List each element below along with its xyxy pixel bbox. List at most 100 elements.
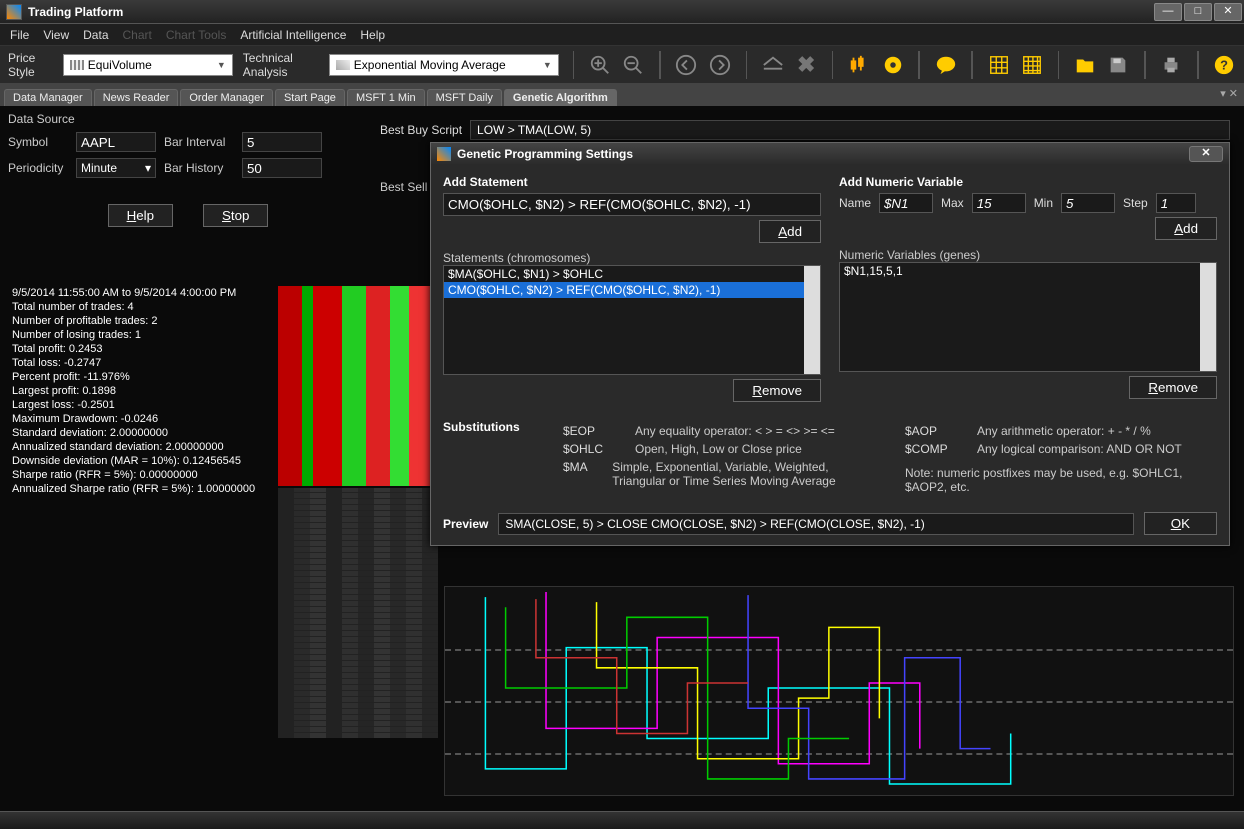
candles-icon[interactable] — [847, 50, 870, 80]
tab-menu-icon[interactable]: ▾ ✕ — [1220, 87, 1238, 100]
trade-stats-text: 9/5/2014 11:55:00 AM to 9/5/2014 4:00:00… — [12, 286, 255, 496]
tab-msft-1min[interactable]: MSFT 1 Min — [347, 89, 425, 106]
step-label: Step — [1123, 196, 1148, 210]
forward-icon[interactable] — [708, 50, 731, 80]
menu-view[interactable]: View — [43, 28, 69, 42]
history-input[interactable] — [242, 158, 322, 178]
subst-desc: Any arithmetic operator: + - * / % — [977, 424, 1151, 438]
menu-chart-tools: Chart Tools — [166, 28, 226, 42]
best-buy-label: Best Buy Script — [380, 123, 462, 137]
separator — [1058, 51, 1060, 79]
help-button[interactable]: Help — [108, 204, 173, 227]
equivolume-icon — [70, 60, 84, 70]
main-content: Data Source Symbol Bar Interval Periodic… — [0, 106, 1244, 811]
dialog-titlebar[interactable]: Genetic Programming Settings ✕ — [431, 143, 1229, 165]
statements-listbox[interactable]: $MA($OHLC, $N1) > $OHLC CMO($OHLC, $N2) … — [443, 265, 821, 375]
tab-news-reader[interactable]: News Reader — [94, 89, 179, 106]
statement-input[interactable] — [443, 193, 821, 216]
document-tabs: Data Manager News Reader Order Manager S… — [0, 84, 1244, 106]
interval-input — [242, 132, 322, 152]
equity-chart — [444, 586, 1234, 796]
list-item[interactable]: $N1,15,5,1 — [840, 263, 1216, 279]
fitness-grid-lower — [278, 488, 438, 738]
stop-button[interactable]: Stop — [203, 204, 268, 227]
numvars-listbox[interactable]: $N1,15,5,1 — [839, 262, 1217, 372]
subst-title: Substitutions — [443, 420, 533, 434]
help-globe-icon[interactable]: ? — [1213, 50, 1236, 80]
ok-button[interactable]: OK — [1144, 512, 1217, 535]
subst-note: Note: numeric postfixes may be used, e.g… — [905, 466, 1217, 494]
tab-start-page[interactable]: Start Page — [275, 89, 345, 106]
subst-desc: Any logical comparison: AND OR NOT — [977, 442, 1182, 456]
maximize-button[interactable]: □ — [1184, 3, 1212, 21]
scrollbar[interactable] — [804, 266, 820, 374]
step-input[interactable] — [1156, 193, 1196, 213]
statements-label: Statements (chromosomes) — [443, 251, 821, 265]
price-style-select[interactable]: EquiVolume ▼ — [63, 54, 233, 76]
best-buy-row: Best Buy Script LOW > TMA(LOW, 5) — [380, 120, 1230, 140]
tab-order-manager[interactable]: Order Manager — [180, 89, 273, 106]
add-statement-button[interactable]: Add — [759, 220, 821, 243]
tab-genetic-algorithm[interactable]: Genetic Algorithm — [504, 89, 617, 106]
symbol-input[interactable] — [76, 132, 156, 152]
close-button[interactable]: ✕ — [1214, 3, 1242, 21]
scan-icon[interactable] — [881, 50, 904, 80]
interval-label: Bar Interval — [164, 135, 234, 149]
price-style-label: Price Style — [8, 51, 53, 79]
menu-bar: File View Data Chart Chart Tools Artific… — [0, 24, 1244, 46]
symbol-label: Symbol — [8, 135, 68, 149]
fitness-heatmap — [278, 286, 438, 486]
grid2-icon[interactable] — [1020, 50, 1043, 80]
chevron-down-icon: ▾ — [145, 161, 151, 175]
preview-value: SMA(CLOSE, 5) > CLOSE CMO(CLOSE, $N2) > … — [498, 513, 1133, 535]
list-item[interactable]: $MA($OHLC, $N1) > $OHLC — [444, 266, 820, 282]
best-buy-value: LOW > TMA(LOW, 5) — [470, 120, 1230, 140]
add-numvar-button[interactable]: Add — [1155, 217, 1217, 240]
zoom-in-icon[interactable] — [588, 50, 611, 80]
remove-numvar-button[interactable]: Remove — [1129, 376, 1217, 399]
tab-data-manager[interactable]: Data Manager — [4, 89, 92, 106]
menu-data[interactable]: Data — [83, 28, 108, 42]
min-input[interactable] — [1061, 193, 1115, 213]
menu-file[interactable]: File — [10, 28, 29, 42]
dialog-close-button[interactable]: ✕ — [1189, 146, 1223, 162]
name-input[interactable] — [879, 193, 933, 213]
save-icon[interactable] — [1107, 50, 1130, 80]
scrollbar[interactable] — [1200, 263, 1216, 371]
separator — [1197, 51, 1199, 79]
max-label: Max — [941, 196, 964, 210]
window-titlebar: Trading Platform — □ ✕ — [0, 0, 1244, 24]
max-input[interactable] — [972, 193, 1026, 213]
ta-label: Technical Analysis — [243, 51, 319, 79]
back-icon[interactable] — [675, 50, 698, 80]
chat-icon[interactable] — [934, 50, 957, 80]
separator — [971, 51, 973, 79]
print-icon[interactable] — [1160, 50, 1183, 80]
menu-ai[interactable]: Artificial Intelligence — [240, 28, 346, 42]
zoom-out-icon[interactable] — [622, 50, 645, 80]
subst-desc: Simple, Exponential, Variable, Weighted,… — [612, 460, 875, 488]
line-icon — [336, 60, 350, 70]
grid1-icon[interactable] — [987, 50, 1010, 80]
genetic-settings-dialog: Genetic Programming Settings ✕ Add State… — [430, 142, 1230, 546]
window-title: Trading Platform — [28, 5, 1154, 19]
menu-chart: Chart — [123, 28, 152, 42]
minimize-button[interactable]: — — [1154, 3, 1182, 21]
main-toolbar: Price Style EquiVolume ▼ Technical Analy… — [0, 46, 1244, 84]
chevron-down-icon: ▼ — [543, 60, 552, 70]
ta-select[interactable]: Exponential Moving Average ▼ — [329, 54, 559, 76]
history-label: Bar History — [164, 161, 234, 175]
remove-statement-button[interactable]: Remove — [733, 379, 821, 402]
separator — [918, 51, 920, 79]
list-item[interactable]: CMO($OHLC, $N2) > REF(CMO($OHLC, $N2), -… — [444, 282, 820, 298]
periodicity-select[interactable]: Minute▾ — [76, 158, 156, 178]
separator — [832, 51, 834, 79]
min-label: Min — [1034, 196, 1053, 210]
menu-help[interactable]: Help — [360, 28, 385, 42]
separator — [746, 51, 748, 79]
cancel-icon[interactable]: ✖ — [794, 50, 817, 80]
data-source-title: Data Source — [8, 112, 368, 126]
open-icon[interactable] — [1073, 50, 1096, 80]
tab-msft-daily[interactable]: MSFT Daily — [427, 89, 502, 106]
eye-icon[interactable] — [761, 50, 784, 80]
